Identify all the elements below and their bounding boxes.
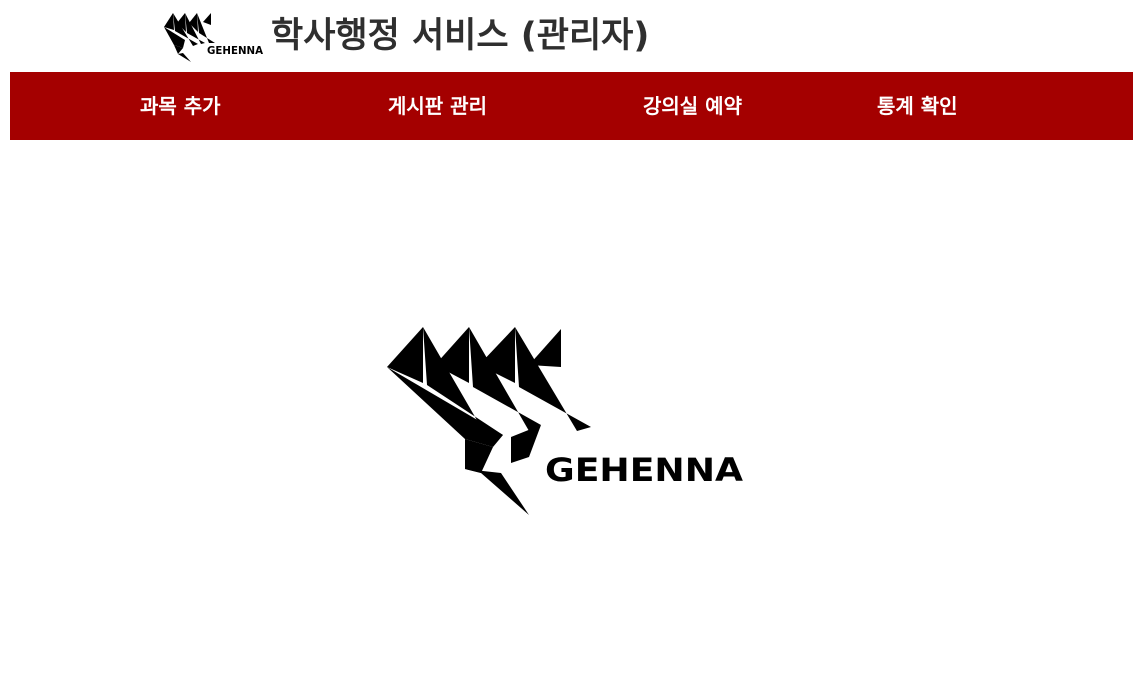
nav-item-add-course[interactable]: 과목 추가 bbox=[140, 72, 221, 140]
gehenna-logo-icon: GEHENNA bbox=[387, 327, 743, 515]
nav-item-board-management[interactable]: 게시판 관리 bbox=[388, 72, 487, 140]
page-title: 학사행정 서비스 (관리자) bbox=[271, 16, 650, 56]
header-logo[interactable]: GEHENNA bbox=[161, 10, 265, 65]
main-nav: 과목 추가 게시판 관리 강의실 예약 통계 확인 bbox=[10, 72, 1133, 140]
main-logo-text: GEHENNA bbox=[545, 451, 743, 489]
header: GEHENNA 학사행정 서비스 (관리자) bbox=[0, 0, 1147, 72]
header-logo-text: GEHENNA bbox=[207, 45, 264, 57]
gehenna-logo-icon: GEHENNA bbox=[164, 13, 264, 62]
nav-item-statistics[interactable]: 통계 확인 bbox=[877, 72, 958, 140]
nav-item-classroom-reservation[interactable]: 강의실 예약 bbox=[643, 72, 742, 140]
main-logo: GEHENNA bbox=[383, 323, 747, 519]
